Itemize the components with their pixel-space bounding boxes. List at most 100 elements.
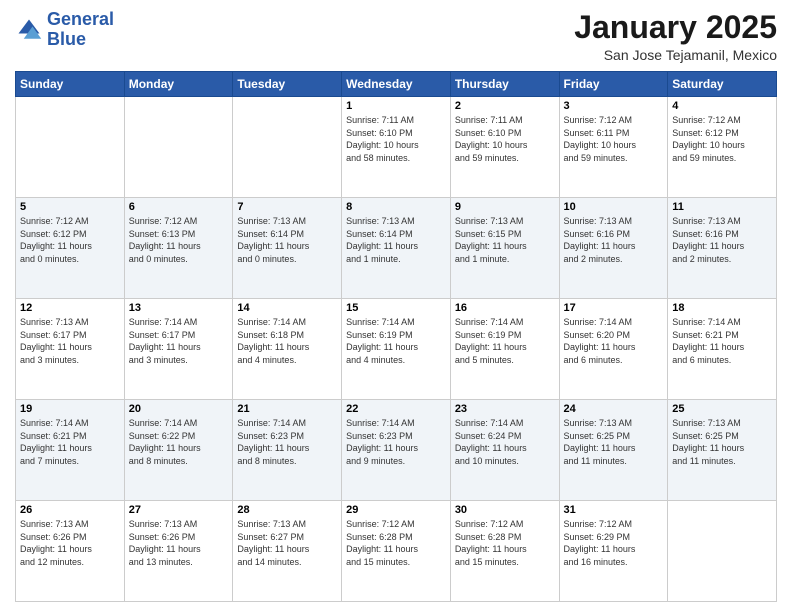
table-row: 20Sunrise: 7:14 AM Sunset: 6:22 PM Dayli… [124, 400, 233, 501]
day-number: 14 [237, 302, 337, 314]
day-info: Sunrise: 7:13 AM Sunset: 6:27 PM Dayligh… [237, 518, 337, 568]
title-block: January 2025 San Jose Tejamanil, Mexico [574, 10, 777, 63]
day-number: 19 [20, 403, 120, 415]
table-row [16, 97, 125, 198]
day-number: 7 [237, 201, 337, 213]
subtitle: San Jose Tejamanil, Mexico [574, 47, 777, 63]
col-tuesday: Tuesday [233, 72, 342, 97]
day-number: 9 [455, 201, 555, 213]
table-row: 3 Sunrise: 7:12 AM Sunset: 6:11 PM Daylig… [559, 97, 668, 198]
page: General Blue January 2025 San Jose Tejam… [0, 0, 792, 612]
day-info: Sunrise: 7:13 AM Sunset: 6:14 PM Dayligh… [237, 215, 337, 265]
header: General Blue January 2025 San Jose Tejam… [15, 10, 777, 63]
table-row: 21 Sunrise: 7:14 AM Sunset: 6:23 PM Dayli… [233, 400, 342, 501]
table-row: 7 Sunrise: 7:13 AM Sunset: 6:14 PM Daylig… [233, 198, 342, 299]
day-info: Sunrise: 7:13 AM Sunset: 6:26 PM Dayligh… [129, 518, 229, 568]
day-number: 29 [346, 504, 446, 516]
col-friday: Friday [559, 72, 668, 97]
day-number: 31 [564, 504, 664, 516]
day-number: 24 [564, 403, 664, 415]
table-row: 14 Sunrise: 7:14 AM Sunset: 6:18 PM Dayli… [233, 299, 342, 400]
day-info: Sunrise: 7:14 AM Sunset: 6:23 PM Dayligh… [237, 417, 337, 467]
day-info: Sunrise: 7:12 AM Sunset: 6:12 PM Dayligh… [20, 215, 120, 265]
day-number: 27 [129, 504, 229, 516]
col-monday: Monday [124, 72, 233, 97]
calendar-week-row: 12 Sunrise: 7:13 AM Sunset: 6:17 PM Dayli… [16, 299, 777, 400]
day-info: Sunrise: 7:13 AM Sunset: 6:15 PM Dayligh… [455, 215, 555, 265]
day-info: Sunrise: 7:13 AM Sunset: 6:16 PM Dayligh… [672, 215, 772, 265]
day-info: Sunrise: 7:14 AM Sunset: 6:19 PM Dayligh… [346, 316, 446, 366]
calendar-week-row: 19Sunrise: 7:14 AM Sunset: 6:21 PM Dayli… [16, 400, 777, 501]
day-info: Sunrise: 7:14 AM Sunset: 6:17 PM Dayligh… [129, 316, 229, 366]
table-row: 8Sunrise: 7:13 AM Sunset: 6:14 PM Daylig… [342, 198, 451, 299]
table-row: 10Sunrise: 7:13 AM Sunset: 6:16 PM Dayli… [559, 198, 668, 299]
calendar-week-row: 1 Sunrise: 7:11 AM Sunset: 6:10 PM Daylig… [16, 97, 777, 198]
table-row [124, 97, 233, 198]
day-number: 30 [455, 504, 555, 516]
day-info: Sunrise: 7:12 AM Sunset: 6:13 PM Dayligh… [129, 215, 229, 265]
table-row: 9 Sunrise: 7:13 AM Sunset: 6:15 PM Daylig… [450, 198, 559, 299]
table-row: 23Sunrise: 7:14 AM Sunset: 6:24 PM Dayli… [450, 400, 559, 501]
day-info: Sunrise: 7:13 AM Sunset: 6:17 PM Dayligh… [20, 316, 120, 366]
table-row: 22 Sunrise: 7:14 AM Sunset: 6:23 PM Dayli… [342, 400, 451, 501]
day-info: Sunrise: 7:14 AM Sunset: 6:20 PM Dayligh… [564, 316, 664, 366]
table-row [233, 97, 342, 198]
day-info: Sunrise: 7:14 AM Sunset: 6:21 PM Dayligh… [672, 316, 772, 366]
day-info: Sunrise: 7:12 AM Sunset: 6:12 PM Dayligh… [672, 114, 772, 164]
table-row: 25 Sunrise: 7:13 AM Sunset: 6:25 PM Dayli… [668, 400, 777, 501]
table-row: 1 Sunrise: 7:11 AM Sunset: 6:10 PM Daylig… [342, 97, 451, 198]
day-number: 28 [237, 504, 337, 516]
day-info: Sunrise: 7:14 AM Sunset: 6:18 PM Dayligh… [237, 316, 337, 366]
day-number: 22 [346, 403, 446, 415]
day-number: 3 [564, 100, 664, 112]
calendar-header-row: Sunday Monday Tuesday Wednesday Thursday… [16, 72, 777, 97]
table-row: 18 Sunrise: 7:14 AM Sunset: 6:21 PM Dayli… [668, 299, 777, 400]
day-number: 25 [672, 403, 772, 415]
day-info: Sunrise: 7:13 AM Sunset: 6:25 PM Dayligh… [672, 417, 772, 467]
day-number: 2 [455, 100, 555, 112]
table-row: 15Sunrise: 7:14 AM Sunset: 6:19 PM Dayli… [342, 299, 451, 400]
day-number: 26 [20, 504, 120, 516]
day-number: 8 [346, 201, 446, 213]
day-info: Sunrise: 7:11 AM Sunset: 6:10 PM Dayligh… [346, 114, 446, 164]
day-info: Sunrise: 7:12 AM Sunset: 6:11 PM Dayligh… [564, 114, 664, 164]
col-saturday: Saturday [668, 72, 777, 97]
col-sunday: Sunday [16, 72, 125, 97]
day-info: Sunrise: 7:14 AM Sunset: 6:19 PM Dayligh… [455, 316, 555, 366]
day-number: 12 [20, 302, 120, 314]
table-row [668, 501, 777, 602]
table-row: 6Sunrise: 7:12 AM Sunset: 6:13 PM Daylig… [124, 198, 233, 299]
col-wednesday: Wednesday [342, 72, 451, 97]
table-row: 17Sunrise: 7:14 AM Sunset: 6:20 PM Dayli… [559, 299, 668, 400]
table-row: 28 Sunrise: 7:13 AM Sunset: 6:27 PM Dayli… [233, 501, 342, 602]
day-number: 18 [672, 302, 772, 314]
day-info: Sunrise: 7:13 AM Sunset: 6:26 PM Dayligh… [20, 518, 120, 568]
table-row: 4 Sunrise: 7:12 AM Sunset: 6:12 PM Daylig… [668, 97, 777, 198]
table-row: 29 Sunrise: 7:12 AM Sunset: 6:28 PM Dayli… [342, 501, 451, 602]
day-number: 1 [346, 100, 446, 112]
day-number: 21 [237, 403, 337, 415]
day-number: 23 [455, 403, 555, 415]
logo-icon [15, 16, 43, 44]
calendar: Sunday Monday Tuesday Wednesday Thursday… [15, 71, 777, 602]
day-info: Sunrise: 7:14 AM Sunset: 6:22 PM Dayligh… [129, 417, 229, 467]
table-row: 19Sunrise: 7:14 AM Sunset: 6:21 PM Dayli… [16, 400, 125, 501]
day-info: Sunrise: 7:11 AM Sunset: 6:10 PM Dayligh… [455, 114, 555, 164]
day-number: 11 [672, 201, 772, 213]
logo-blue: Blue [47, 29, 86, 49]
day-info: Sunrise: 7:14 AM Sunset: 6:23 PM Dayligh… [346, 417, 446, 467]
logo: General Blue [15, 10, 114, 50]
day-info: Sunrise: 7:13 AM Sunset: 6:25 PM Dayligh… [564, 417, 664, 467]
table-row: 5Sunrise: 7:12 AM Sunset: 6:12 PM Daylig… [16, 198, 125, 299]
main-title: January 2025 [574, 10, 777, 45]
table-row: 2 Sunrise: 7:11 AM Sunset: 6:10 PM Daylig… [450, 97, 559, 198]
table-row: 26 Sunrise: 7:13 AM Sunset: 6:26 PM Dayli… [16, 501, 125, 602]
logo-general: General [47, 9, 114, 29]
day-info: Sunrise: 7:12 AM Sunset: 6:28 PM Dayligh… [455, 518, 555, 568]
day-number: 13 [129, 302, 229, 314]
col-thursday: Thursday [450, 72, 559, 97]
day-info: Sunrise: 7:12 AM Sunset: 6:28 PM Dayligh… [346, 518, 446, 568]
day-number: 4 [672, 100, 772, 112]
table-row: 13 Sunrise: 7:14 AM Sunset: 6:17 PM Dayli… [124, 299, 233, 400]
table-row: 12 Sunrise: 7:13 AM Sunset: 6:17 PM Dayli… [16, 299, 125, 400]
